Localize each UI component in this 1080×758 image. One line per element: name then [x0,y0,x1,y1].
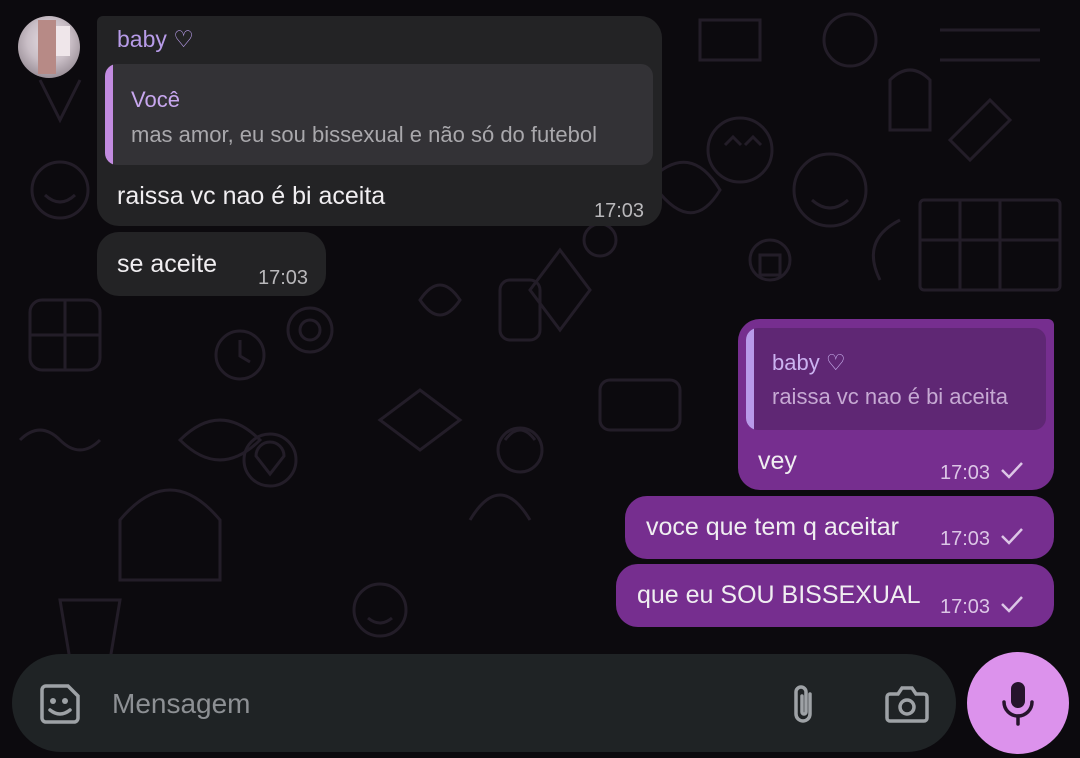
incoming-message-bubble[interactable]: se aceite 17:03 [97,232,326,296]
message-composer[interactable]: Mensagem [12,654,956,752]
outgoing-message-bubble[interactable]: que eu SOU BISSEXUAL 17:03 [616,564,1054,627]
paperclip-icon[interactable] [786,680,822,728]
microphone-icon [1002,682,1034,726]
outgoing-message-bubble[interactable]: voce que tem q aceitar 17:03 [625,496,1054,559]
reply-quote[interactable]: baby ♡ raissa vc nao é bi aceita [746,328,1046,430]
quote-author: Você [131,87,180,112]
message-input[interactable]: Mensagem [112,688,251,720]
incoming-message-bubble[interactable]: baby ♡ Você mas amor, eu sou bissexual e… [97,16,662,226]
camera-icon[interactable] [884,684,930,724]
message-time: 17:03 [940,462,991,484]
message-text: raissa vc nao é bi aceita [117,182,386,210]
message-text: que eu SOU BISSEXUAL [637,581,921,609]
message-text: vey [758,447,797,475]
record-voice-button[interactable] [967,652,1069,754]
message-time: 17:03 [940,596,991,618]
sticker-emoji-icon[interactable] [36,680,84,728]
avatar-photo-blur [38,20,56,74]
contact-avatar[interactable] [18,16,80,78]
outgoing-message-bubble[interactable]: baby ♡ raissa vc nao é bi aceita vey 17:… [738,319,1054,490]
sent-check-icon [1001,528,1023,545]
sent-check-icon [1001,596,1023,613]
message-time: 17:03 [594,200,645,222]
avatar-photo-blur [56,26,70,56]
quote-author: baby ♡ [772,350,846,375]
message-time: 17:03 [258,267,309,289]
message-text: se aceite [117,250,218,278]
quote-accent-bar [105,64,113,165]
quote-text: raissa vc nao é bi aceita [772,384,1009,409]
reply-quote[interactable]: Você mas amor, eu sou bissexual e não só… [105,64,653,165]
sender-name[interactable]: baby ♡ [117,26,194,53]
sent-check-icon [1001,462,1023,479]
message-text: voce que tem q aceitar [646,513,899,541]
quote-text: mas amor, eu sou bissexual e não só do f… [131,122,597,147]
quote-accent-bar [746,328,754,430]
message-time: 17:03 [940,528,991,550]
